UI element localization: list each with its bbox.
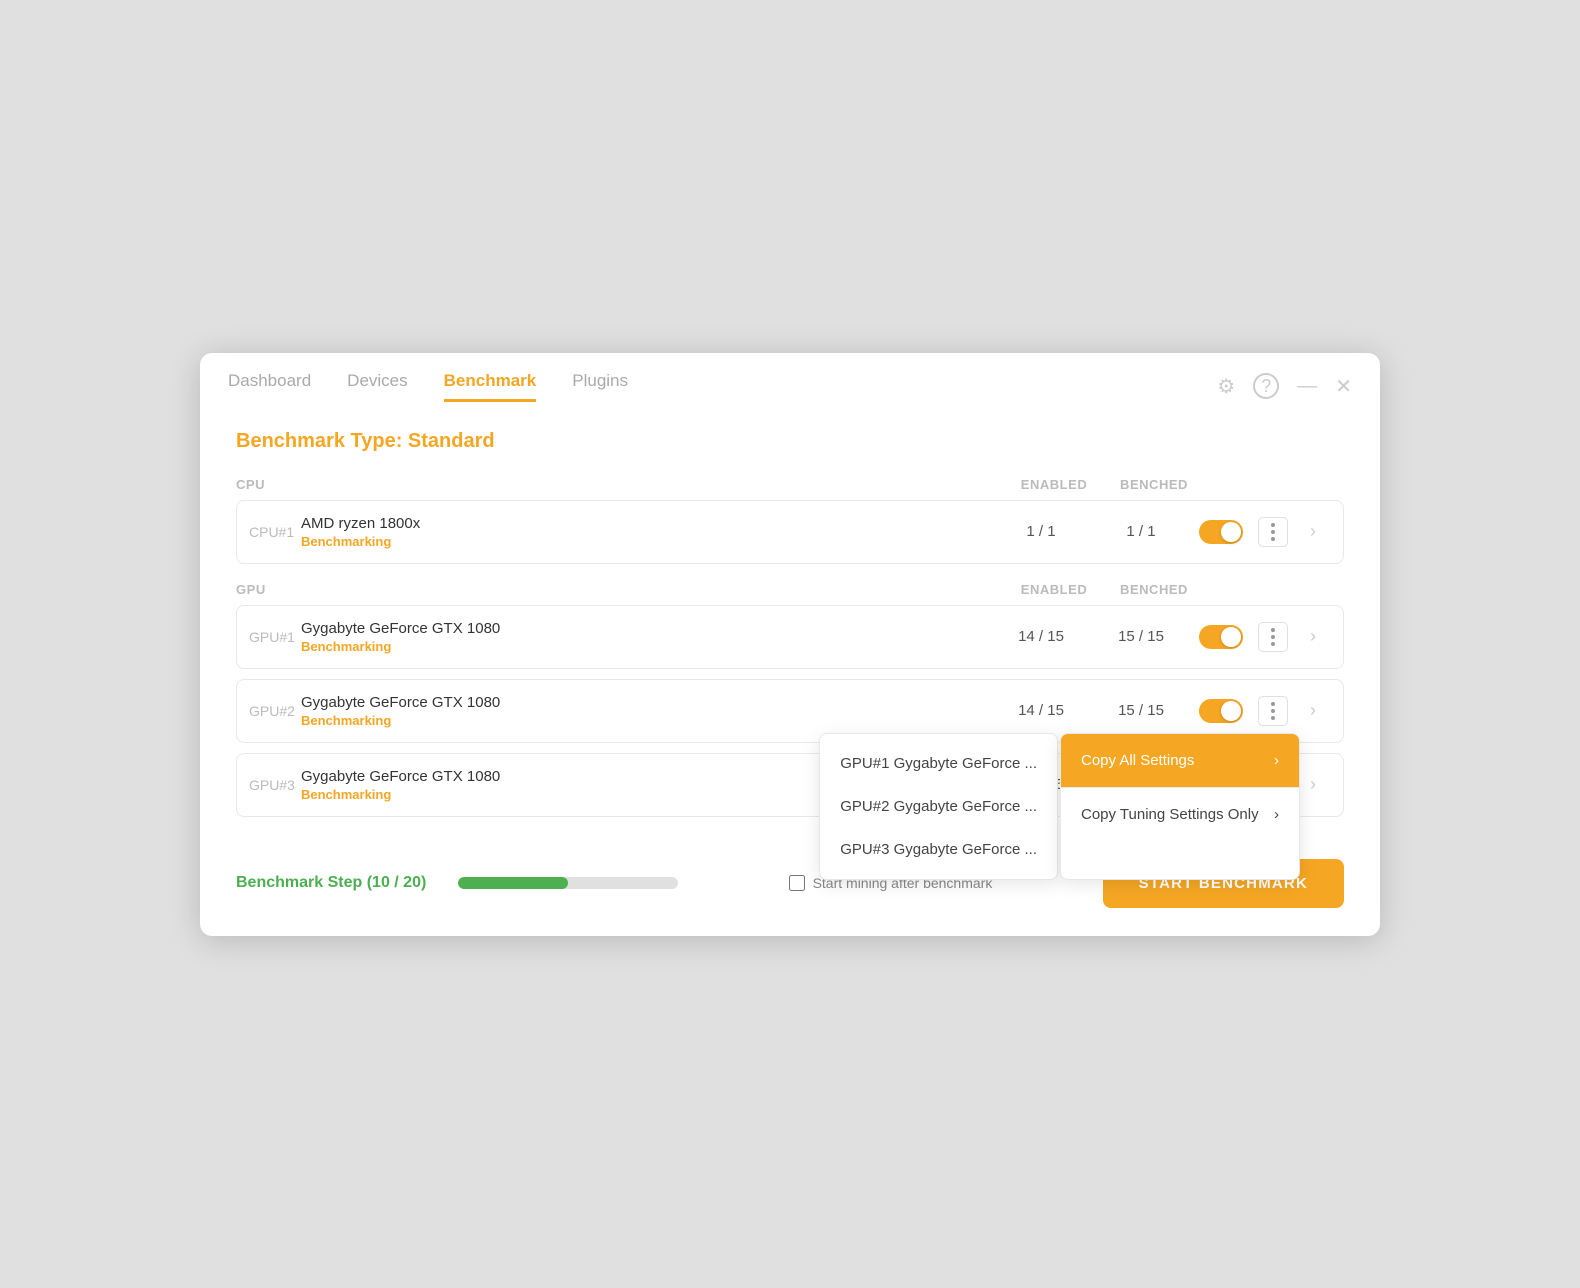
gpu-2-toggle-knob	[1221, 701, 1241, 721]
gpu-1-benched: 15 / 15	[1091, 628, 1191, 645]
gpu-1-menu-button[interactable]	[1258, 622, 1288, 652]
nav-tabs: Dashboard Devices Benchmark Plugins	[228, 371, 628, 402]
gpu-2-menu-col	[1251, 696, 1295, 726]
gpu-2-toggle[interactable]	[1199, 699, 1243, 723]
gpu-2-info: Gygabyte GeForce GTX 1080 Benchmarking	[301, 694, 991, 728]
cpu-1-toggle[interactable]	[1199, 520, 1243, 544]
progress-bar-wrap	[458, 877, 678, 889]
tab-devices[interactable]: Devices	[347, 371, 407, 402]
gpu-1-expand-arrow[interactable]: ›	[1310, 626, 1316, 647]
gpu-1-toggle[interactable]	[1199, 625, 1243, 649]
copy-tuning-label: Copy Tuning Settings Only	[1081, 806, 1259, 823]
gpu-1-arrow-col: ›	[1295, 626, 1331, 647]
cpu-1-menu-button[interactable]	[1258, 517, 1288, 547]
gpu-2-id: GPU#2	[249, 703, 301, 719]
cpu-1-expand-arrow[interactable]: ›	[1310, 521, 1316, 542]
cpu-1-toggle-knob	[1221, 522, 1241, 542]
minimize-icon[interactable]: —	[1297, 375, 1317, 398]
dot	[1271, 537, 1275, 541]
gpu-1-id: GPU#1	[249, 629, 301, 645]
settings-icon[interactable]: ⚙	[1217, 374, 1235, 399]
gpu-2-expand-arrow[interactable]: ›	[1310, 700, 1316, 721]
dot	[1271, 635, 1275, 639]
copy-tuning-settings-button[interactable]: Copy Tuning Settings Only ›	[1061, 788, 1299, 841]
copy-all-chevron-icon: ›	[1274, 752, 1279, 769]
cpu-row-1: CPU#1 AMD ryzen 1800x Benchmarking 1 / 1…	[236, 500, 1344, 564]
cpu-1-status: Benchmarking	[301, 534, 991, 549]
submenu-gpu2[interactable]: GPU#2 Gygabyte GeForce ...	[820, 785, 1057, 828]
cpu-1-info: AMD ryzen 1800x Benchmarking	[301, 515, 991, 549]
gpu-3-expand-arrow[interactable]: ›	[1310, 774, 1316, 795]
gpu-3-arrow-col: ›	[1295, 774, 1331, 795]
gpu-1-enabled: 14 / 15	[991, 628, 1091, 645]
dot	[1271, 716, 1275, 720]
gpu-1-menu-col	[1251, 622, 1295, 652]
gpu-1-toggle-knob	[1221, 627, 1241, 647]
gpu-2-benched: 15 / 15	[1091, 702, 1191, 719]
benchmark-type-label: Benchmark Type: Standard	[236, 430, 1344, 453]
gpu-row-1: GPU#1 Gygabyte GeForce GTX 1080 Benchmar…	[236, 605, 1344, 669]
cpu-1-enabled: 1 / 1	[991, 523, 1091, 540]
cpu-1-toggle-col	[1191, 520, 1251, 544]
cpu-section: CPU ENABLED BENCHED CPU#1 AMD ryzen 1800…	[236, 477, 1344, 564]
app-window: Dashboard Devices Benchmark Plugins ⚙ ? …	[200, 353, 1380, 936]
gpu-section-header: GPU ENABLED BENCHED	[236, 582, 1344, 597]
dot	[1271, 628, 1275, 632]
gpu-submenu-list: GPU#1 Gygabyte GeForce ... GPU#2 Gygabyt…	[819, 733, 1058, 880]
gpu-2-arrow-col: ›	[1295, 700, 1331, 721]
cpu-1-benched: 1 / 1	[1091, 523, 1191, 540]
progress-bar-fill	[458, 877, 568, 889]
cpu-section-header: CPU ENABLED BENCHED	[236, 477, 1344, 492]
gpu-1-name: Gygabyte GeForce GTX 1080	[301, 620, 991, 637]
cpu-1-menu-col	[1251, 517, 1295, 547]
tab-benchmark[interactable]: Benchmark	[444, 371, 537, 402]
gpu-1-status: Benchmarking	[301, 639, 991, 654]
tab-dashboard[interactable]: Dashboard	[228, 371, 311, 402]
copy-tuning-chevron-icon: ›	[1274, 806, 1279, 823]
copy-options-menu: Copy All Settings › Copy Tuning Settings…	[1060, 733, 1300, 880]
tab-plugins[interactable]: Plugins	[572, 371, 628, 402]
submenu-gpu3[interactable]: GPU#3 Gygabyte GeForce ...	[820, 828, 1057, 871]
benchmark-type-value: Standard	[408, 430, 495, 452]
mining-checkbox[interactable]	[789, 875, 805, 891]
dot	[1271, 530, 1275, 534]
cpu-1-name: AMD ryzen 1800x	[301, 515, 991, 532]
gpu-1-info: Gygabyte GeForce GTX 1080 Benchmarking	[301, 620, 991, 654]
gpu-1-toggle-col	[1191, 625, 1251, 649]
cpu-1-arrow-col: ›	[1295, 521, 1331, 542]
cpu-1-id: CPU#1	[249, 524, 301, 540]
copy-all-settings-label: Copy All Settings	[1081, 752, 1194, 769]
window-controls: ⚙ ? — ✕	[1217, 373, 1352, 399]
dot	[1271, 642, 1275, 646]
benchmark-step-label: Benchmark Step (10 / 20)	[236, 874, 426, 892]
context-menu-overlay: GPU#1 Gygabyte GeForce ... GPU#2 Gygabyt…	[819, 733, 1300, 880]
gpu-2-enabled: 14 / 15	[991, 702, 1091, 719]
gpu-2-name: Gygabyte GeForce GTX 1080	[301, 694, 991, 711]
gpu-2-toggle-col	[1191, 699, 1251, 723]
dot	[1271, 702, 1275, 706]
dot	[1271, 709, 1275, 713]
copy-all-settings-button[interactable]: Copy All Settings ›	[1061, 734, 1299, 787]
gpu-2-menu-button[interactable]	[1258, 696, 1288, 726]
gpu-2-status: Benchmarking	[301, 713, 991, 728]
submenu-gpu1[interactable]: GPU#1 Gygabyte GeForce ...	[820, 742, 1057, 785]
help-icon[interactable]: ?	[1253, 373, 1279, 399]
gpu-3-id: GPU#3	[249, 777, 301, 793]
dot	[1271, 523, 1275, 527]
title-bar: Dashboard Devices Benchmark Plugins ⚙ ? …	[200, 353, 1380, 402]
close-icon[interactable]: ✕	[1335, 374, 1352, 399]
